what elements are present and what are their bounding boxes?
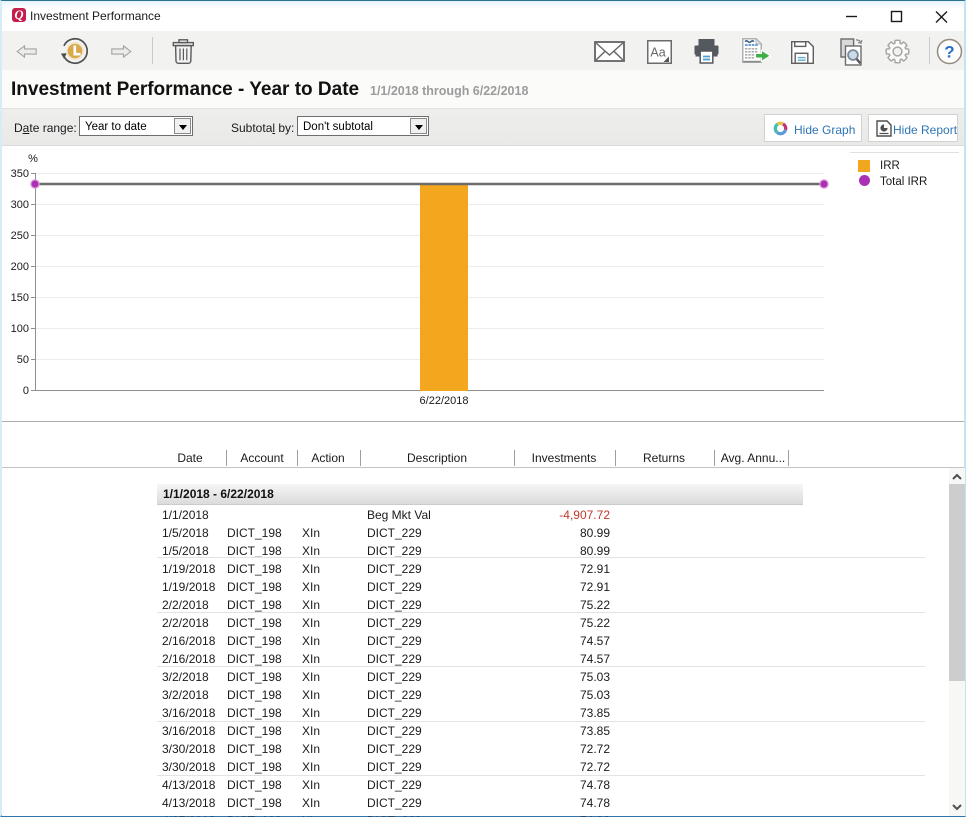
svg-text:6/22/2018: 6/22/2018 (420, 395, 469, 407)
svg-text:200: 200 (11, 261, 29, 273)
svg-text:%: % (28, 153, 38, 165)
svg-text:100: 100 (11, 323, 29, 335)
svg-text:150: 150 (11, 292, 29, 304)
svg-text:Aa: Aa (650, 46, 665, 60)
svg-text:0: 0 (23, 385, 29, 397)
svg-text:IRR: IRR (880, 160, 900, 172)
svg-text:250: 250 (11, 230, 29, 242)
svg-text:Total IRR: Total IRR (880, 176, 927, 188)
svg-text:300: 300 (11, 199, 29, 211)
svg-text:50: 50 (17, 354, 29, 366)
svg-text:350: 350 (11, 168, 29, 180)
svg-text:?: ? (944, 43, 954, 62)
